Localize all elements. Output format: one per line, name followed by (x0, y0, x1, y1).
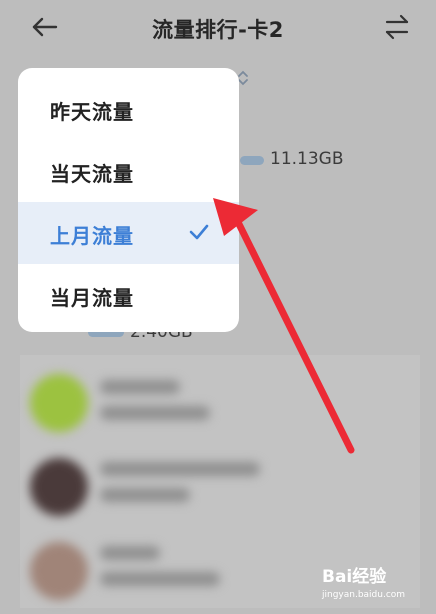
page-title: 流量排行-卡2 (152, 18, 284, 42)
watermark-url: jingyan.baidu.com (322, 590, 406, 600)
list-item[interactable] (20, 446, 430, 530)
menu-item-yesterday[interactable]: 昨天流量 (18, 78, 239, 140)
app-usage-line (100, 572, 220, 586)
menu-item-label: 昨天流量 (50, 100, 134, 124)
list-item[interactable] (20, 362, 430, 446)
menu-item-today[interactable]: 当天流量 (18, 140, 239, 202)
switch-sim-button[interactable] (380, 10, 414, 44)
menu-item-this-month[interactable]: 当月流量 (18, 264, 239, 326)
app-name-line (100, 380, 180, 394)
baidu-jingyan-watermark: Bai经验 jingyan.baidu.com (322, 560, 432, 606)
app-name-line (100, 462, 260, 476)
swap-icon (385, 14, 409, 40)
menu-item-label: 当天流量 (50, 162, 134, 186)
app-name-line (100, 546, 160, 560)
app-icon (30, 458, 88, 516)
usage-bar (240, 156, 264, 165)
usage-amount: 11.13GB (270, 149, 344, 169)
menu-item-last-month[interactable]: 上月流量 (18, 202, 239, 264)
check-icon (189, 224, 209, 240)
watermark-brand: Bai经验 (322, 567, 387, 587)
app-usage-line (100, 406, 210, 420)
app-usage-line (100, 488, 190, 502)
menu-item-label: 当月流量 (50, 286, 134, 310)
app-icon (30, 374, 88, 432)
header: 流量排行-卡2 (0, 0, 436, 56)
menu-item-label: 上月流量 (50, 224, 134, 248)
traffic-period-menu: 昨天流量 当天流量 上月流量 当月流量 (18, 68, 239, 332)
app-icon (30, 542, 88, 600)
